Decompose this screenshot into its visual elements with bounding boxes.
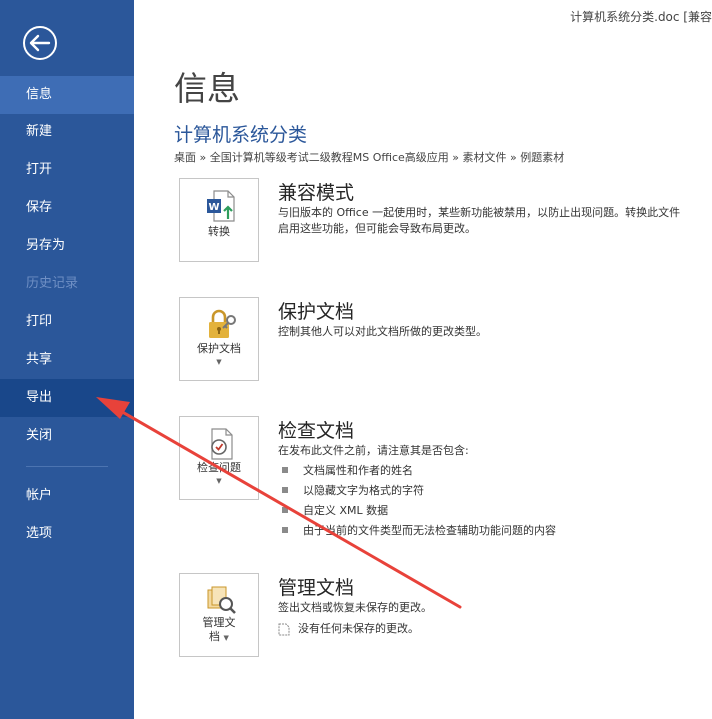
- convert-label: 转换: [208, 225, 230, 238]
- compatibility-mode-title: 兼容模式: [278, 182, 355, 204]
- inspect-bullet-text: 以隐藏文字为格式的字符: [303, 484, 424, 497]
- manage-document-button[interactable]: 管理文 档 ▼: [179, 573, 259, 657]
- svg-text:W: W: [208, 202, 219, 213]
- nav-item-new[interactable]: 新建: [0, 113, 134, 151]
- inspect-bullet-text: 自定义 XML 数据: [303, 504, 389, 517]
- inspect-bullet-item: 自定义 XML 数据: [282, 502, 388, 518]
- nav-item-share[interactable]: 共享: [0, 341, 134, 379]
- convert-button[interactable]: W 转换: [179, 178, 259, 262]
- nav-item-print[interactable]: 打印: [0, 303, 134, 341]
- word-convert-icon: W: [207, 190, 235, 222]
- protect-document-label: 保护文档: [197, 342, 241, 355]
- nav-item-open[interactable]: 打开: [0, 151, 134, 189]
- document-name: 计算机系统分类: [174, 124, 308, 146]
- manage-document-desc: 签出文档或恢复未保存的更改。: [278, 601, 432, 614]
- nav-item-info[interactable]: 信息: [0, 76, 134, 114]
- unsaved-changes-text: 没有任何未保存的更改。: [298, 622, 419, 635]
- compatibility-desc-line2: 启用这些功能，但可能会导致布局更改。: [278, 222, 476, 235]
- protect-document-title: 保护文档: [278, 301, 355, 323]
- protect-document-desc: 控制其他人可以对此文档所做的更改类型。: [278, 325, 487, 338]
- inspect-bullet-text: 由于当前的文件类型而无法检查辅助功能问题的内容: [303, 524, 556, 537]
- nav-divider: [26, 466, 108, 467]
- inspect-bullet-text: 文档属性和作者的姓名: [303, 464, 413, 477]
- dropdown-caret-icon: ▼: [216, 477, 222, 485]
- info-panel: 计算机系统分类.doc [兼容 信息 计算机系统分类 桌面 » 全国计算机等级考…: [134, 0, 712, 719]
- check-for-issues-label: 检查问题: [197, 461, 241, 474]
- bullet-square-icon: [282, 527, 288, 533]
- nav-item-history: 历史记录: [26, 276, 79, 291]
- nav-item-save[interactable]: 保存: [0, 189, 134, 227]
- inspect-document-icon: [211, 428, 233, 460]
- dropdown-caret-icon: ▼: [223, 634, 229, 642]
- manage-document-title: 管理文档: [278, 577, 355, 599]
- back-arrow-icon[interactable]: [22, 25, 58, 61]
- dropdown-caret-icon: ▼: [216, 358, 222, 366]
- window-doc-title: 计算机系统分类.doc [兼容: [570, 10, 712, 24]
- manage-document-icon: [207, 586, 236, 614]
- inspect-bullet-item: 文档属性和作者的姓名: [282, 462, 413, 478]
- inspect-bullet-item: 以隐藏文字为格式的字符: [282, 482, 424, 498]
- check-for-issues-button[interactable]: 检查问题 ▼: [179, 416, 259, 500]
- unsaved-changes-item: 没有任何未保存的更改。: [278, 621, 419, 637]
- manage-document-label-line1: 管理文: [202, 616, 236, 629]
- nav-item-save-as[interactable]: 另存为: [0, 227, 134, 265]
- backstage-sidebar: 信息 新建 打开 保存 另存为 历史记录 打印 共享 导出 关闭 帐户 选项: [0, 0, 134, 719]
- nav-item-options[interactable]: 选项: [0, 515, 134, 553]
- document-page-icon: [278, 623, 290, 635]
- page-title: 信息: [174, 69, 240, 108]
- file-path-breadcrumb[interactable]: 桌面 » 全国计算机等级考试二级教程MS Office高级应用 » 素材文件 »…: [174, 149, 564, 165]
- manage-document-label-line2: 档 ▼: [180, 630, 258, 645]
- nav-item-export[interactable]: 导出: [0, 379, 134, 417]
- inspect-document-title: 检查文档: [278, 420, 355, 442]
- nav-item-close[interactable]: 关闭: [0, 417, 134, 455]
- bullet-square-icon: [282, 487, 288, 493]
- bullet-square-icon: [282, 467, 288, 473]
- protect-document-button[interactable]: 保护文档 ▼: [179, 297, 259, 381]
- bullet-square-icon: [282, 507, 288, 513]
- manage-document-label-text: 档: [209, 630, 221, 643]
- inspect-document-desc: 在发布此文件之前，请注意其是否包含:: [278, 444, 469, 457]
- nav-item-account[interactable]: 帐户: [0, 477, 134, 515]
- compatibility-desc-line1: 与旧版本的 Office 一起使用时，某些新功能被禁用，以防止出现问题。转换此文…: [278, 206, 681, 219]
- lock-key-icon: [209, 309, 236, 338]
- inspect-bullet-item: 由于当前的文件类型而无法检查辅助功能问题的内容: [282, 522, 556, 538]
